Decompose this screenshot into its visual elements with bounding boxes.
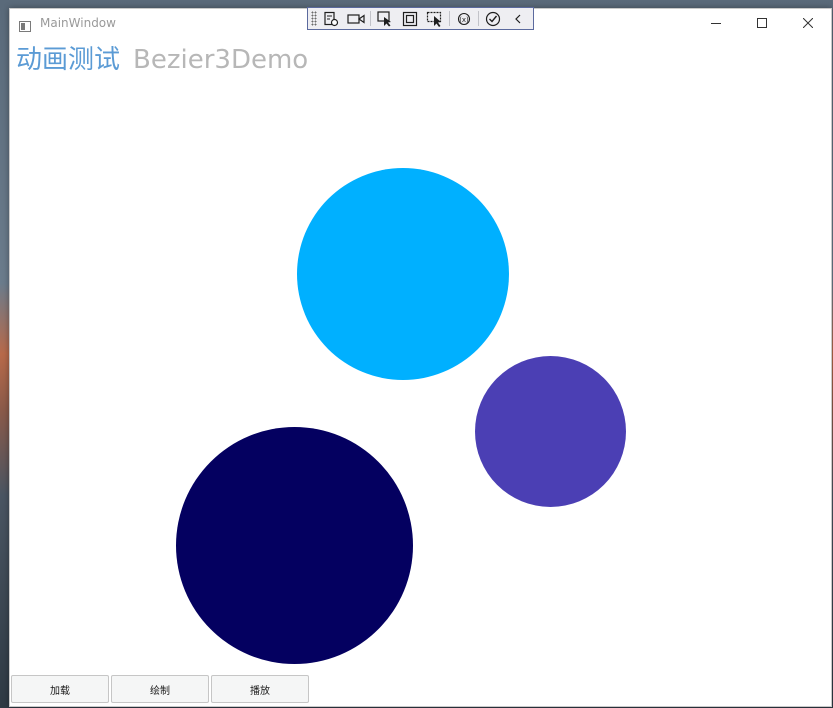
wpf-debug-toolbar: (x) bbox=[307, 7, 534, 30]
toolbar-separator bbox=[478, 11, 479, 26]
load-button[interactable]: 加载 bbox=[11, 675, 109, 703]
minimize-icon bbox=[711, 23, 721, 24]
action-button-bar: 加载 绘制 播放 bbox=[11, 675, 309, 705]
light-blue-circle bbox=[297, 168, 509, 380]
select-element-icon[interactable] bbox=[374, 10, 396, 27]
maximize-icon bbox=[757, 18, 767, 28]
close-button[interactable] bbox=[785, 9, 831, 37]
svg-text:(x): (x) bbox=[459, 16, 469, 24]
animation-canvas bbox=[10, 37, 831, 677]
maximize-button[interactable] bbox=[739, 9, 785, 37]
main-window: MainWindow (x) 动画测试 Bezier3Demo 加载 绘制 播放 bbox=[9, 7, 832, 707]
close-icon bbox=[803, 18, 813, 28]
toolbar-separator bbox=[370, 11, 371, 26]
purple-circle bbox=[475, 356, 626, 507]
track-focus-icon[interactable] bbox=[424, 10, 446, 27]
live-visual-tree-icon[interactable] bbox=[320, 10, 342, 27]
minimize-button[interactable] bbox=[693, 9, 739, 37]
play-button[interactable]: 播放 bbox=[211, 675, 309, 703]
window-title: MainWindow bbox=[40, 16, 116, 30]
toolbar-grip-icon[interactable] bbox=[311, 11, 317, 26]
app-window-icon bbox=[19, 17, 31, 32]
navy-circle bbox=[176, 427, 413, 664]
title-bar: MainWindow (x) bbox=[10, 7, 831, 37]
record-icon[interactable] bbox=[345, 10, 367, 27]
draw-button[interactable]: 绘制 bbox=[111, 675, 209, 703]
hot-reload-icon[interactable]: (x) bbox=[453, 10, 475, 27]
display-layout-adorners-icon[interactable] bbox=[399, 10, 421, 27]
collapse-icon[interactable] bbox=[507, 10, 529, 27]
binding-failures-icon[interactable] bbox=[482, 10, 504, 27]
toolbar-separator bbox=[449, 11, 450, 26]
